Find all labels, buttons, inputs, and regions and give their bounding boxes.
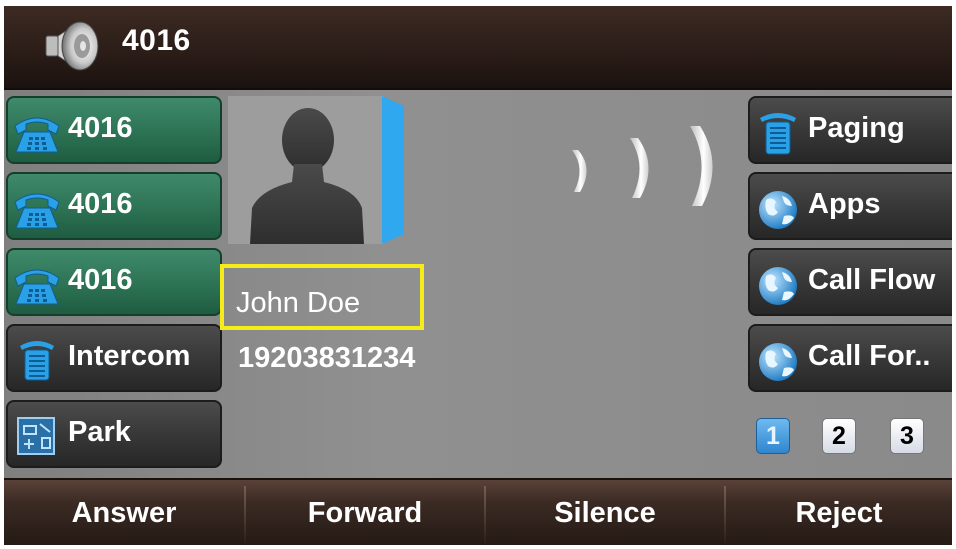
paging-icon [760,113,796,155]
speaker-icon [45,21,99,71]
line-key-1[interactable]: 4016 [6,96,222,164]
key-paging-label: Paging [808,112,905,144]
forward-button[interactable]: Forward [246,480,484,545]
page-3-button[interactable]: 3 [890,418,924,454]
key-paging[interactable]: Paging [748,96,952,164]
line-key-3[interactable]: 4016 [6,248,222,316]
globe-icon [759,343,797,381]
park-icon [17,417,55,455]
ringing-waves-icon [572,126,713,206]
softkey-bar: Answer Forward Silence Reject [4,478,952,545]
key-apps[interactable]: Apps [748,172,952,240]
phone-icon [14,269,60,305]
silence-button[interactable]: Silence [486,480,724,545]
globe-icon [759,267,797,305]
header-title: 4016 [122,24,191,57]
page-2-button[interactable]: 2 [822,418,856,454]
answer-button[interactable]: Answer [4,480,244,545]
person-silhouette-icon [250,108,364,244]
phone-icon [14,117,60,153]
phone-icon [14,193,60,229]
page-1-button[interactable]: 1 [756,418,790,454]
line-key-2-label: 4016 [68,188,133,220]
key-call-flow-label: Call Flow [808,264,936,296]
caller-name: John Doe [236,287,361,319]
phone-screen: 4016 4016 4016 4016 Intercom Park John D… [4,6,952,545]
line-key-park-label: Park [68,416,131,448]
line-key-intercom[interactable]: Intercom [6,324,222,392]
line-key-2[interactable]: 4016 [6,172,222,240]
line-key-intercom-label: Intercom [68,340,191,372]
key-call-forward[interactable]: Call For.. [748,324,952,392]
line-key-1-label: 4016 [68,112,133,144]
line-key-park[interactable]: Park [6,400,222,468]
key-apps-label: Apps [808,188,881,220]
call-indicator-bar [382,96,404,244]
globe-icon [759,191,797,229]
caller-number: 19203831234 [238,342,416,374]
line-key-3-label: 4016 [68,264,133,296]
intercom-icon [20,341,54,381]
key-call-forward-label: Call For.. [808,340,931,372]
reject-button[interactable]: Reject [726,480,952,545]
avatar [228,96,384,244]
key-call-flow[interactable]: Call Flow [748,248,952,316]
status-bar: 4016 [4,6,952,90]
